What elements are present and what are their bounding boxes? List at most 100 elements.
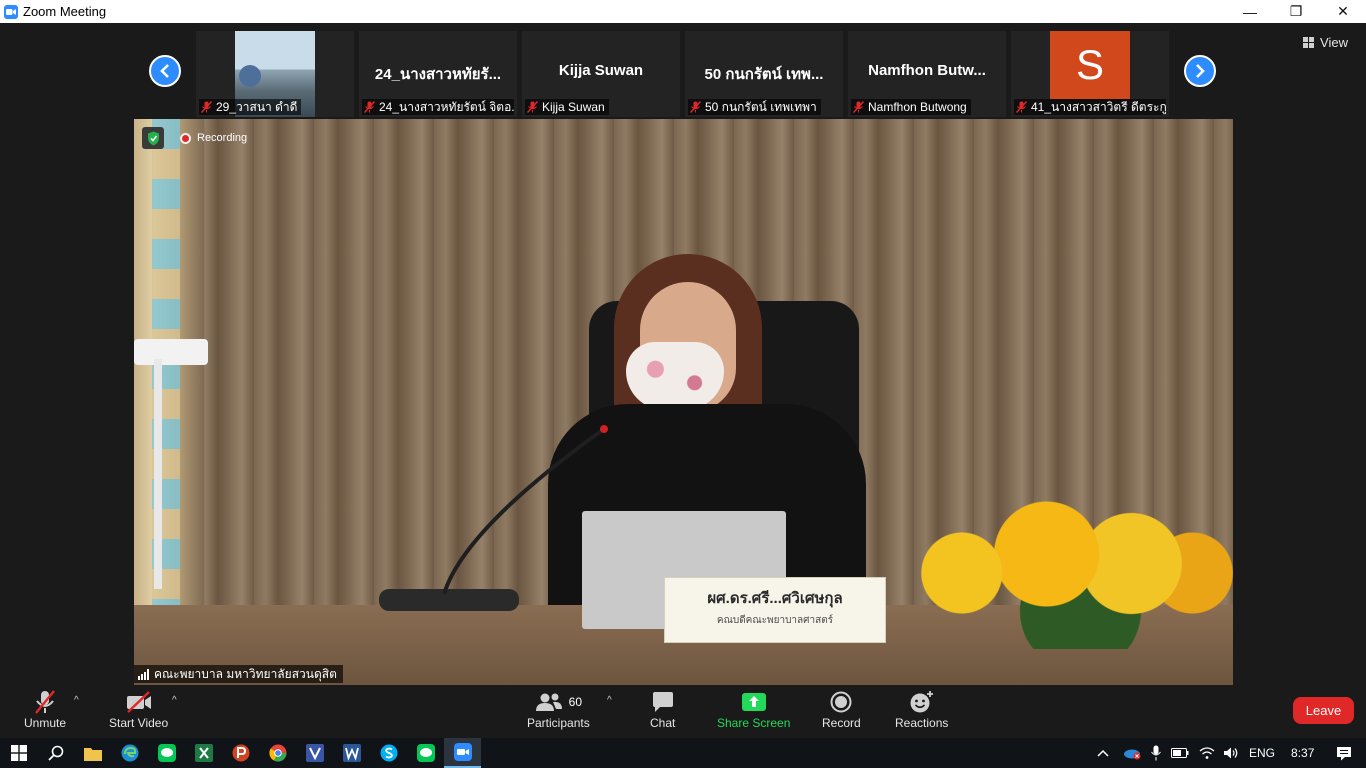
excel-icon bbox=[194, 744, 213, 762]
record-dot-icon bbox=[180, 132, 191, 144]
reactions-icon bbox=[909, 688, 935, 716]
participant-label: 50 กนกรัตน์ เทพเทพา bbox=[688, 99, 821, 115]
share-screen-icon bbox=[741, 688, 766, 716]
participant-tile[interactable]: 29_วาสนา ดำดี bbox=[196, 31, 354, 117]
chrome-icon bbox=[268, 744, 286, 762]
edge-icon bbox=[121, 744, 138, 762]
meeting-toolbar: Unmute ^ Start Video ^ 60 Participants ^… bbox=[0, 685, 1366, 738]
chevron-up-icon bbox=[1097, 749, 1109, 757]
video-off-icon bbox=[125, 688, 153, 716]
participant-label: Kijja Suwan bbox=[525, 99, 609, 115]
audio-options-caret-icon[interactable]: ^ bbox=[74, 695, 79, 706]
participant-tile[interactable]: Kijja Suwan Kijja Suwan bbox=[522, 31, 680, 117]
taskbar-line[interactable] bbox=[148, 738, 185, 768]
participant-tile[interactable]: 24_นางสาวหทัยรั... 24_นางสาวหทัยรัตน์ จิ… bbox=[359, 31, 517, 117]
visio-icon bbox=[305, 744, 324, 762]
encryption-shield-icon[interactable] bbox=[142, 127, 164, 149]
active-speaker-video: ผศ.ดร.ศรี...ศวิเศษกุล คณบดีคณะพยาบาลศาสต… bbox=[134, 119, 1233, 685]
taskbar-line-2[interactable] bbox=[407, 738, 444, 768]
person-silhouette bbox=[239, 65, 261, 87]
minimize-button[interactable]: — bbox=[1227, 0, 1273, 23]
windows-taskbar: ENG 8:37 bbox=[0, 738, 1366, 768]
participant-strip: 29_วาสนา ดำดี 24_นางสาวหทัยรั... 24_นางส… bbox=[0, 23, 1366, 118]
face-mask bbox=[626, 342, 724, 410]
windows-logo-icon bbox=[10, 745, 27, 761]
participant-avatar: S bbox=[1050, 31, 1130, 99]
mic-muted-icon bbox=[853, 101, 864, 113]
nameplate-name: ผศ.ดร.ศรี...ศวิเศษกุล bbox=[707, 590, 843, 607]
line-app-icon bbox=[157, 744, 176, 762]
taskbar-file-explorer[interactable] bbox=[74, 738, 111, 768]
chevron-right-icon bbox=[1196, 64, 1205, 78]
window-titlebar: Zoom Meeting — ❐ ✕ bbox=[0, 0, 1366, 23]
skype-icon bbox=[380, 744, 397, 762]
taskbar-edge[interactable] bbox=[111, 738, 148, 768]
chat-icon bbox=[651, 688, 675, 716]
search-button[interactable] bbox=[37, 738, 74, 768]
record-button[interactable]: Record bbox=[822, 688, 861, 730]
show-hidden-icons-button[interactable] bbox=[1097, 749, 1109, 757]
share-screen-button[interactable]: Share Screen bbox=[717, 688, 790, 730]
taskbar-word[interactable] bbox=[333, 738, 370, 768]
search-icon bbox=[47, 745, 63, 761]
nameplate-title: คณบดีคณะพยาบาลศาสตร์ bbox=[716, 615, 834, 626]
participant-tile[interactable]: S 41_นางสาวสาวิตรี ดีตระกู... bbox=[1011, 31, 1169, 117]
participant-tile[interactable]: Namfhon Butw... Namfhon Butwong bbox=[848, 31, 1006, 117]
taskbar-visio[interactable] bbox=[296, 738, 333, 768]
taskbar-skype[interactable] bbox=[370, 738, 407, 768]
camera-stand-pole bbox=[154, 359, 162, 589]
participant-label: 24_นางสาวหทัยรัตน์ จิตอ... bbox=[362, 99, 514, 115]
close-button[interactable]: ✕ bbox=[1320, 0, 1366, 23]
camera-stand bbox=[134, 339, 208, 365]
input-language-indicator[interactable]: ENG bbox=[1249, 746, 1275, 760]
wifi-icon[interactable] bbox=[1199, 746, 1215, 760]
video-options-caret-icon[interactable]: ^ bbox=[172, 695, 177, 706]
onedrive-icon[interactable] bbox=[1123, 746, 1141, 760]
restore-button[interactable]: ❐ bbox=[1273, 0, 1319, 23]
window-title: Zoom Meeting bbox=[23, 4, 107, 19]
meeting-area: 29_วาสนา ดำดี 24_นางสาวหทัยรั... 24_นางส… bbox=[0, 23, 1366, 685]
participant-display-name: Kijja Suwan bbox=[558, 62, 644, 79]
volume-icon[interactable] bbox=[1223, 746, 1239, 760]
mic-muted-icon bbox=[33, 688, 57, 716]
participant-label: 29_วาสนา ดำดี bbox=[199, 99, 302, 115]
taskbar-chrome[interactable] bbox=[259, 738, 296, 768]
unmute-button[interactable]: Unmute bbox=[24, 688, 66, 730]
participant-display-name: 24_นางสาวหทัยรั... bbox=[374, 66, 502, 83]
clock-time[interactable]: 8:37 bbox=[1291, 746, 1314, 760]
strip-prev-button[interactable] bbox=[149, 55, 181, 87]
taskbar-powerpoint[interactable] bbox=[222, 738, 259, 768]
desk-nameplate: ผศ.ดร.ศรี...ศวิเศษกุล คณบดีคณะพยาบาลศาสต… bbox=[664, 577, 886, 643]
flower-arrangement bbox=[894, 459, 1233, 649]
decorative-gate bbox=[134, 119, 204, 685]
action-center-button[interactable] bbox=[1336, 746, 1352, 761]
mic-muted-icon bbox=[690, 101, 701, 113]
chat-button[interactable]: Chat bbox=[650, 688, 675, 730]
participants-count: 60 bbox=[568, 695, 583, 709]
folder-icon bbox=[83, 747, 102, 761]
participants-options-caret-icon[interactable]: ^ bbox=[607, 695, 612, 706]
speaker-name-label: คณะพยาบาล มหาวิทยาลัยสวนดุสิต bbox=[134, 665, 343, 683]
view-button[interactable]: View bbox=[1303, 35, 1348, 50]
leave-button[interactable]: Leave bbox=[1293, 697, 1354, 724]
reactions-button[interactable]: Reactions bbox=[895, 688, 948, 730]
start-button[interactable] bbox=[0, 738, 37, 768]
mic-muted-icon bbox=[201, 101, 212, 113]
zoom-app-icon bbox=[4, 4, 18, 19]
record-icon bbox=[830, 688, 852, 716]
start-video-button[interactable]: Start Video bbox=[109, 688, 168, 730]
strip-next-button[interactable] bbox=[1184, 55, 1216, 87]
participant-display-name: 50 กนกรัตน์ เทพ... bbox=[704, 66, 824, 83]
participant-display-name: Namfhon Butw... bbox=[868, 62, 986, 79]
taskbar-zoom[interactable] bbox=[444, 738, 481, 768]
microphone-tray-icon[interactable] bbox=[1151, 745, 1161, 761]
chevron-left-icon bbox=[160, 64, 169, 78]
recording-indicator: Recording bbox=[180, 132, 247, 144]
participants-icon: 60 bbox=[535, 688, 582, 716]
participants-button[interactable]: 60 Participants bbox=[527, 688, 590, 730]
participant-tile[interactable]: 50 กนกรัตน์ เทพ... 50 กนกรัตน์ เทพเทพา bbox=[685, 31, 843, 117]
battery-icon[interactable] bbox=[1171, 747, 1189, 759]
mic-muted-icon bbox=[364, 101, 375, 113]
view-label: View bbox=[1320, 35, 1348, 50]
taskbar-excel[interactable] bbox=[185, 738, 222, 768]
